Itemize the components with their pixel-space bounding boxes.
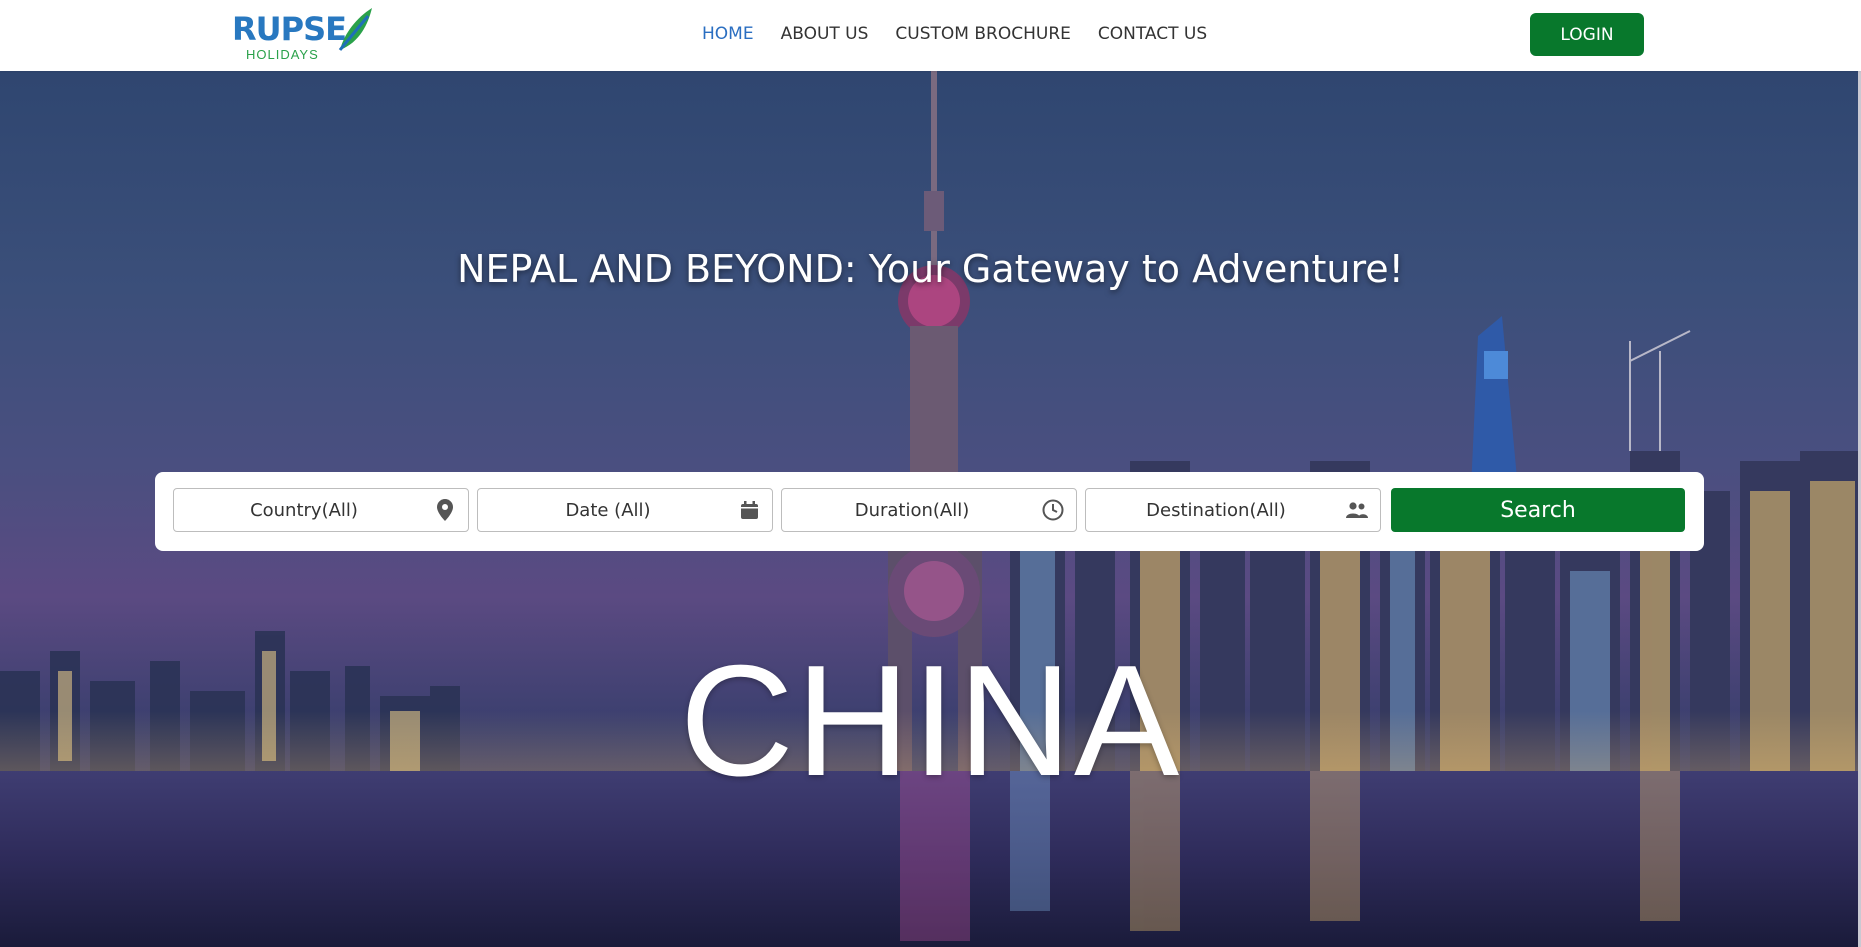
date-select[interactable]: Date (All) <box>477 488 773 532</box>
calendar-icon <box>738 499 760 521</box>
date-select-label: Date (All) <box>565 499 651 521</box>
nav-home[interactable]: HOME <box>702 24 754 44</box>
destination-select[interactable]: Destination(All) <box>1085 488 1381 532</box>
brand-logo[interactable]: RUPSE HOLIDAYS <box>232 6 372 62</box>
clock-icon <box>1042 499 1064 521</box>
main-nav: HOME ABOUT US CUSTOM BROCHURE CONTACT US <box>702 24 1207 44</box>
search-button[interactable]: Search <box>1391 488 1685 532</box>
map-pin-icon <box>434 499 456 521</box>
destination-title: CHINA <box>679 633 1182 809</box>
destination-select-label: Destination(All) <box>1146 499 1286 521</box>
country-select[interactable]: Country(All) <box>173 488 469 532</box>
login-button[interactable]: LOGIN <box>1530 13 1644 56</box>
brand-subtitle: HOLIDAYS <box>246 47 319 62</box>
nav-contact-us[interactable]: CONTACT US <box>1098 24 1207 44</box>
leaf-icon <box>338 8 372 51</box>
people-icon <box>1346 499 1368 521</box>
brand-name: RUPSE <box>232 10 347 48</box>
top-navbar: RUPSE HOLIDAYS HOME ABOUT US CUSTOM BROC… <box>0 0 1861 71</box>
trip-search-panel: Country(All) Date (All) Duration(All) De… <box>155 472 1704 551</box>
country-select-label: Country(All) <box>250 499 358 521</box>
nav-custom-brochure[interactable]: CUSTOM BROCHURE <box>895 24 1070 44</box>
duration-select-label: Duration(All) <box>854 499 970 521</box>
nav-about-us[interactable]: ABOUT US <box>781 24 869 44</box>
hero-tagline: NEPAL AND BEYOND: Your Gateway to Advent… <box>457 247 1404 291</box>
hero-banner: NEPAL AND BEYOND: Your Gateway to Advent… <box>0 71 1861 947</box>
duration-select[interactable]: Duration(All) <box>781 488 1077 532</box>
